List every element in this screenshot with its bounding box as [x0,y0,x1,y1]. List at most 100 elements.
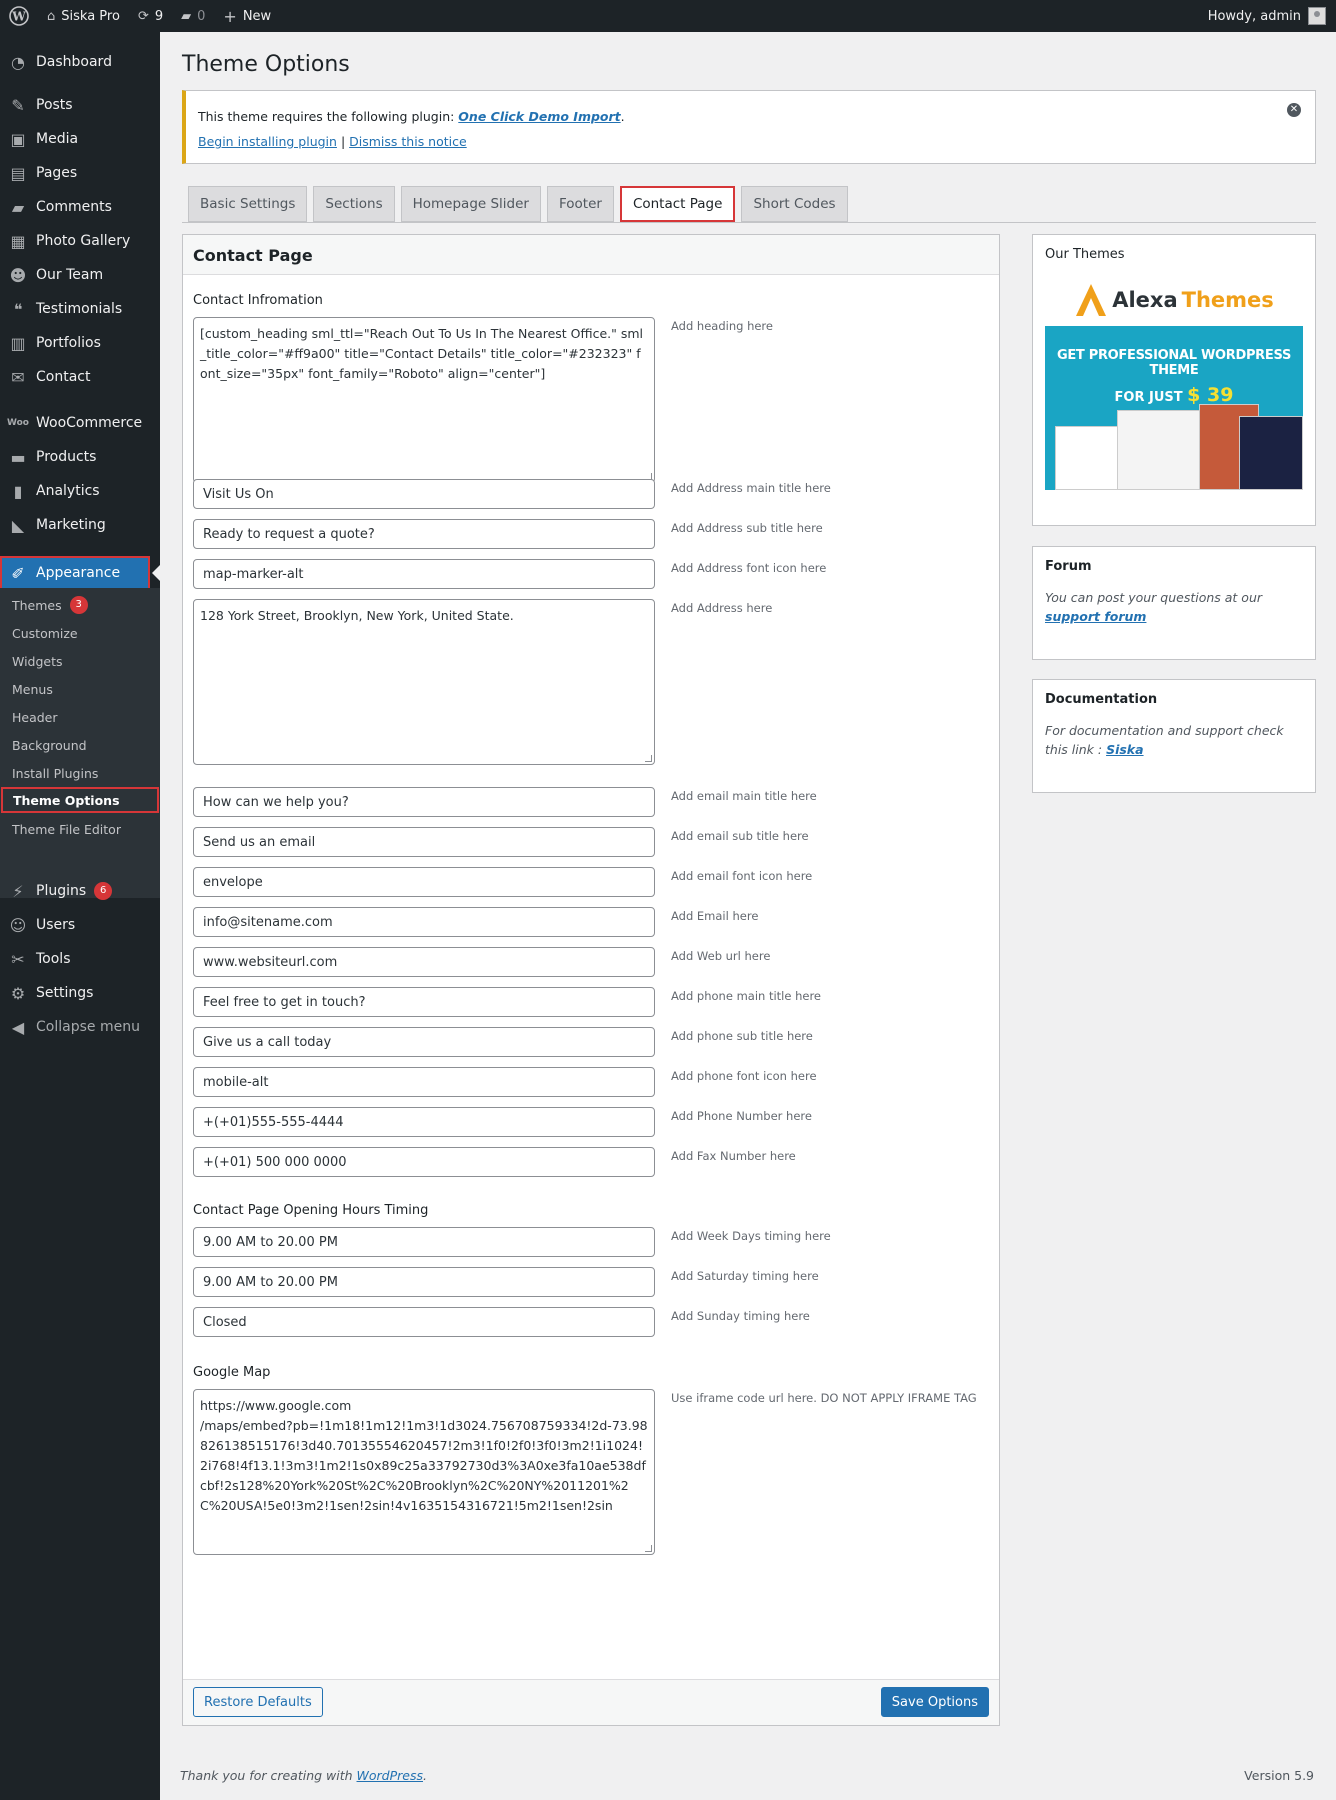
sidebar-item-woocommerce[interactable]: Woo WooCommerce [0,406,160,440]
restore-defaults-button[interactable]: Restore Defaults [193,1687,323,1717]
tab-homepage-slider[interactable]: Homepage Slider [400,186,541,222]
address-subtitle-input[interactable]: Ready to request a quote? [193,519,655,549]
plugin-link[interactable]: One Click Demo Import [458,109,620,124]
sidebar-item-label: Posts [36,97,73,113]
submenu-item-theme-options[interactable]: Theme Options [1,787,159,813]
tab-basic-settings[interactable]: Basic Settings [188,186,308,222]
notice-separator: | [340,134,346,149]
email-input[interactable]: info@sitename.com [193,907,655,937]
sidebar-item-users[interactable]: ☺ Users [0,908,160,942]
wordpress-logo-icon[interactable]: W [0,0,38,32]
sidebar-item-tools[interactable]: ✂ Tools [0,942,160,976]
fax-number-input[interactable]: +(+01) 500 000 0000 [193,1147,655,1177]
email-subtitle-input[interactable]: Send us an email [193,827,655,857]
sidebar-item-appearance[interactable]: ✐ Appearance [0,556,160,590]
save-options-button[interactable]: Save Options [880,1687,989,1717]
sidebar-item-analytics[interactable]: ▮ Analytics [0,474,160,508]
sidebar-item-collapse-menu[interactable]: ◀ Collapse menu [0,1010,160,1044]
phone-number-input[interactable]: +(+01)555-555-4444 [193,1107,655,1137]
sidebar-item-products[interactable]: ▬ Products [0,440,160,474]
address-title-input[interactable]: Visit Us On [193,479,655,509]
tab-sections[interactable]: Sections [313,186,395,222]
sidebar-item-pages[interactable]: ▤ Pages [0,156,160,190]
submenu-item-widgets[interactable]: Widgets [0,648,160,674]
sidebar-item-label: Our Team [36,267,104,283]
sidebar-item-label: Marketing [36,517,106,533]
wordpress-link[interactable]: WordPress [357,1768,423,1783]
chart-icon: ▮ [13,481,23,501]
tab-short-codes[interactable]: Short Codes [741,186,848,222]
footer-period: . [423,1768,427,1783]
tab-footer[interactable]: Footer [546,186,614,222]
tab-contact-page[interactable]: Contact Page [619,186,736,222]
dismiss-notice-link[interactable]: Dismiss this notice [349,134,467,149]
address-textarea[interactable]: 128 York Street, Brooklyn, New York, Uni… [193,599,655,765]
submenu-item-install-plugins[interactable]: Install Plugins [0,760,160,786]
submenu-item-theme-file-editor[interactable]: Theme File Editor [0,816,160,842]
siska-docs-link[interactable]: Siska [1106,742,1143,757]
admin-bar: W ⌂ Siska Pro ⟳ 9 ▰ 0 + New Howdy, admin [0,0,1336,32]
email-icon-input[interactable]: envelope [193,867,655,897]
comment-icon: ▰ [11,197,25,217]
sidebar-item-photo-gallery[interactable]: ▦ Photo Gallery [0,224,160,258]
sidebar-item-label: Analytics [36,483,100,499]
docs-text-block: For documentation and support check this… [1045,721,1303,759]
pin-icon: ✎ [11,95,25,115]
web-url-input[interactable]: www.websiteurl.com [193,947,655,977]
saturday-hours-input[interactable]: 9.00 AM to 20.00 PM [193,1267,655,1297]
sidebar-item-contact[interactable]: ✉ Contact [0,360,160,394]
footer-thanks: Thank you for creating with WordPress. [180,1768,427,1783]
email-title-hint: Add email main title here [671,789,817,803]
submenu-item-background[interactable]: Background [0,732,160,758]
submenu-item-customize[interactable]: Customize [0,620,160,646]
sidebar-item-comments[interactable]: ▰ Comments [0,190,160,224]
sidebar-item-plugins[interactable]: ⚡ Plugins 6 [0,874,160,908]
weekday-hours-input[interactable]: 9.00 AM to 20.00 PM [193,1227,655,1257]
address-icon-input[interactable]: map-marker-alt [193,559,655,589]
phone-icon-input[interactable]: mobile-alt [193,1067,655,1097]
sunday-hours-input[interactable]: Closed [193,1307,655,1337]
submenu-item-themes[interactable]: Themes 3 [0,592,160,618]
google-map-textarea[interactable]: https://www.google.com /maps/embed?pb=!1… [193,1389,655,1555]
phone-subtitle-input[interactable]: Give us a call today [193,1027,655,1057]
theme-ad-banner[interactable]: GET PROFESSIONAL WORDPRESS THEME FOR JUS… [1045,326,1303,490]
notice-text-line: This theme requires the following plugin… [198,109,1303,124]
support-forum-link[interactable]: support forum [1045,609,1146,624]
phone-title-input[interactable]: Feel free to get in touch? [193,987,655,1017]
woo-icon: Woo [7,418,29,428]
fax-number-hint: Add Fax Number here [671,1149,796,1163]
sidebar-item-our-team[interactable]: ☻ Our Team [0,258,160,292]
heading-textarea[interactable]: [custom_heading sml_ttl="Reach Out To Us… [193,317,655,483]
email-title-input[interactable]: How can we help you? [193,787,655,817]
comments-link[interactable]: ▰ 0 [172,0,214,32]
my-account-link[interactable]: Howdy, admin [1208,7,1336,25]
submenu-item-header[interactable]: Header [0,704,160,730]
submenu-item-menus[interactable]: Menus [0,676,160,702]
sidebar-item-label: Settings [36,985,94,1001]
email-hint: Add Email here [671,909,759,923]
sidebar-item-marketing[interactable]: ◣ Marketing [0,508,160,542]
ad-price-label: FOR JUST [1114,390,1183,405]
sidebar-item-label: Tools [36,951,71,967]
sidebar-item-label: Portfolios [36,335,101,351]
sidebar-item-label: Appearance [36,565,121,581]
sidebar-item-posts[interactable]: ✎ Posts [0,88,160,122]
update-icon: ⟳ [137,8,149,24]
logo-text-a: Alexa [1112,288,1178,312]
phone-icon-hint: Add phone font icon here [671,1069,817,1083]
updates-link[interactable]: ⟳ 9 [129,0,172,32]
heading-hint: Add heading here [671,319,773,333]
close-icon[interactable]: ✕ [1287,103,1301,117]
submenu-item-label: Header [12,709,58,725]
alexathemes-logo[interactable]: Alexa Themes [1045,276,1303,324]
begin-installing-link[interactable]: Begin installing plugin [198,134,337,149]
new-content-link[interactable]: + New [214,0,280,32]
sunday-hours-hint: Add Sunday timing here [671,1309,810,1323]
site-name-link[interactable]: ⌂ Siska Pro [38,0,129,32]
sidebar-item-media[interactable]: ▣ Media [0,122,160,156]
sidebar-item-portfolios[interactable]: ▥ Portfolios [0,326,160,360]
sidebar-item-settings[interactable]: ⚙ Settings [0,976,160,1010]
plus-icon: + [223,6,237,26]
sidebar-item-dashboard[interactable]: ◔ Dashboard [0,45,160,79]
sidebar-item-testimonials[interactable]: ❝ Testimonials [0,292,160,326]
